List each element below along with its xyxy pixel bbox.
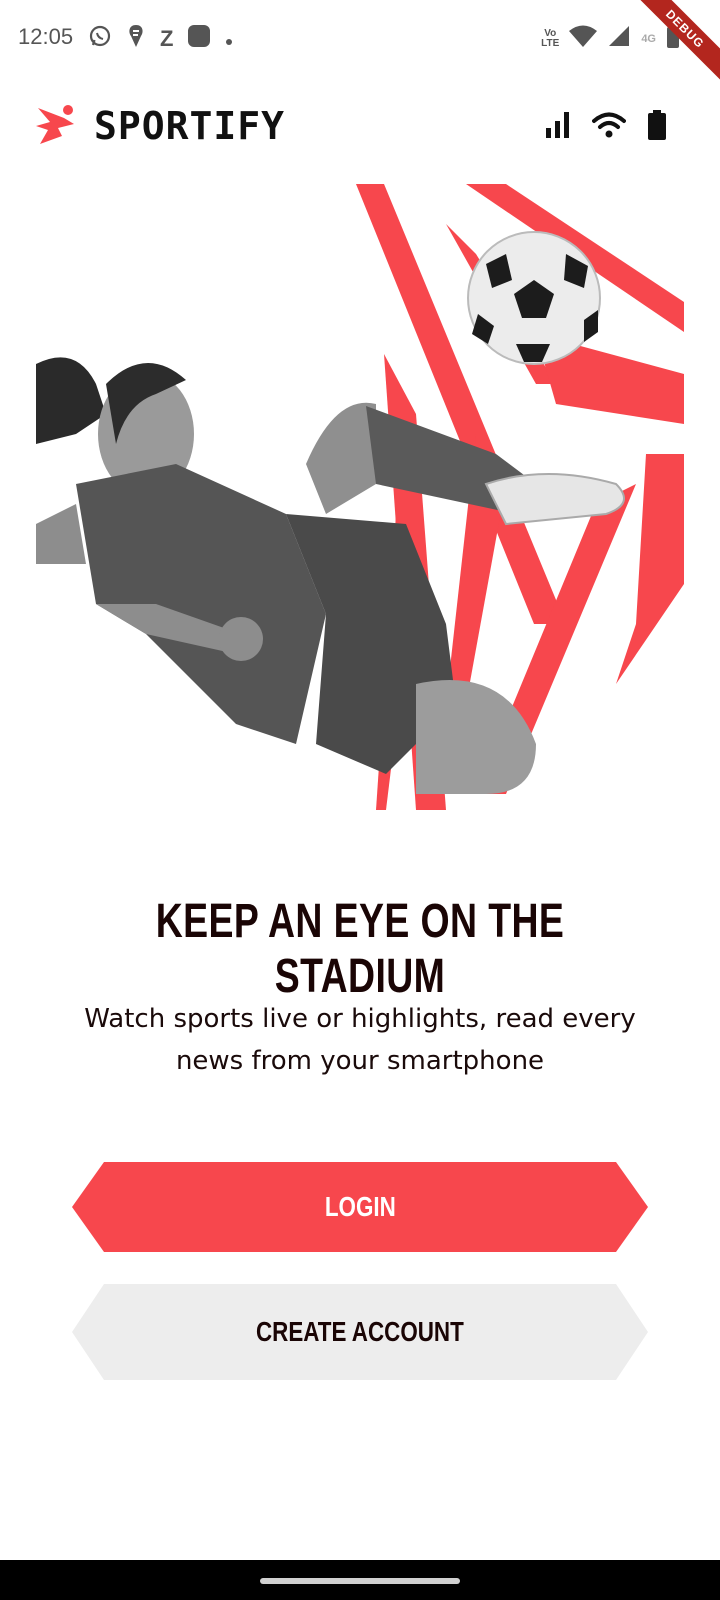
- login-button[interactable]: LOGIN: [72, 1162, 648, 1252]
- system-navigation-bar: [0, 1560, 720, 1600]
- whatsapp-icon: [88, 24, 112, 54]
- wifi-icon: [569, 25, 598, 52]
- network-type-label: 4G: [641, 32, 656, 45]
- signal-bars-icon: [546, 112, 570, 143]
- status-bar: 12:05 Z Vo LTE 4G DEBUG: [0, 0, 720, 90]
- volte-indicator: Vo LTE: [541, 27, 560, 49]
- app-icon: [187, 24, 211, 54]
- battery-icon: [648, 110, 666, 145]
- create-account-button-label: CREATE ACCOUNT: [256, 1316, 464, 1347]
- onboarding-headline: KEEP AN EYE ON THE STADIUM: [155, 895, 565, 1003]
- swiggy-icon: [126, 24, 146, 54]
- cell-signal-icon: [607, 24, 631, 53]
- sportify-logo-icon: [34, 104, 80, 151]
- login-button-label: LOGIN: [324, 1191, 396, 1222]
- more-dot-icon: [225, 26, 233, 52]
- soccer-ball: [467, 231, 601, 365]
- onboarding-subtitle: Watch sports live or highlights, read ev…: [84, 1004, 636, 1076]
- create-account-button[interactable]: CREATE ACCOUNT: [72, 1284, 648, 1380]
- zomato-icon: Z: [160, 26, 174, 51]
- header-status-icons: [546, 110, 666, 145]
- app-header: SPORTIFY: [0, 96, 720, 156]
- system-icons: Vo LTE 4G: [541, 24, 680, 53]
- status-time: 12:05: [18, 24, 74, 49]
- home-gesture-handle[interactable]: [260, 1578, 460, 1584]
- hero-illustration: [36, 184, 684, 810]
- wifi-icon: [592, 112, 626, 143]
- app-title: SPORTIFY: [94, 104, 286, 148]
- notification-icons: Z: [88, 24, 233, 54]
